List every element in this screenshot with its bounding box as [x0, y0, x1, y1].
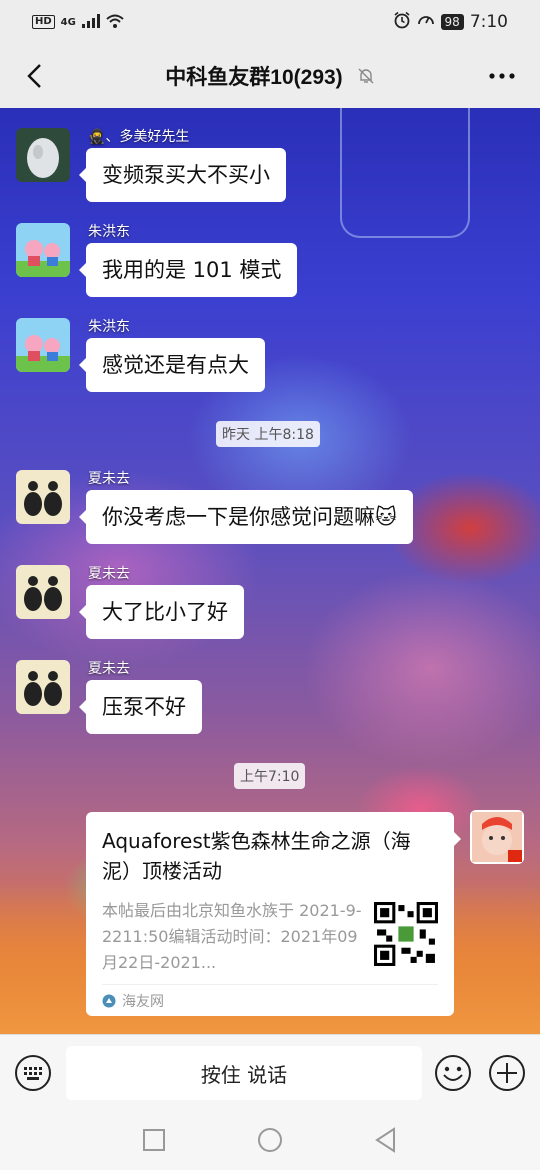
sender-name: 夏未去 [88, 566, 130, 582]
avatar[interactable] [16, 660, 70, 714]
sender-name: 🥷、多美好先生 [88, 129, 190, 145]
status-left: HD 4G [32, 13, 124, 32]
triangle-back-icon [375, 1127, 395, 1153]
wallpaper-decoration [340, 108, 470, 238]
link-card-description: 本帖最后由北京知鱼水族于 2021-9-2211:50编辑活动时间：2021年0… [102, 901, 362, 972]
message-bubble[interactable]: 感觉还是有点大 [79, 338, 265, 392]
speed-icon [417, 11, 435, 33]
avatar[interactable] [16, 470, 70, 524]
sender-name: 夏未去 [88, 471, 130, 487]
emoji-icon [435, 1055, 471, 1091]
voice-keyboard-toggle[interactable] [14, 1054, 52, 1092]
signal-icon [81, 13, 100, 32]
title-group: 中科鱼友群10(293) [165, 61, 374, 91]
source-logo-icon [102, 994, 116, 1007]
hd-indicator: HD [32, 15, 55, 29]
back-button[interactable] [12, 54, 56, 98]
chevron-left-icon [27, 64, 41, 88]
plus-button[interactable] [488, 1054, 526, 1092]
system-nav-bar [0, 1110, 540, 1170]
chat-area[interactable]: 🥷、多美好先生 变频泵买大不买小 朱洪东 我用的是 101 模式 朱洪东 感觉还… [0, 108, 540, 1034]
more-dots-icon [489, 73, 515, 79]
wifi-icon [106, 13, 124, 32]
message-bubble[interactable]: 我用的是 101 模式 [78, 243, 298, 297]
network-type: 4G [60, 16, 76, 28]
message-bubble[interactable]: 大了比小了好 [79, 585, 244, 639]
sender-name: 朱洪东 [88, 224, 130, 240]
alarm-icon [393, 11, 411, 33]
sender-name: 夏未去 [88, 661, 130, 677]
my-avatar[interactable] [470, 810, 524, 864]
mute-bell-icon [358, 68, 374, 84]
link-card-title: Aquaforest紫色森林生命之源（海泥）顶楼活动 [102, 829, 411, 883]
more-button[interactable] [480, 54, 524, 98]
input-bar: 按住 说话 [0, 1034, 540, 1110]
timestamp: 昨天 上午8:18 [216, 421, 320, 447]
link-card-source: 海友网 [102, 984, 438, 1016]
avatar[interactable] [16, 318, 70, 372]
link-card[interactable]: Aquaforest紫色森林生命之源（海泥）顶楼活动 本帖最后由北京知鱼水族于 … [86, 812, 461, 1016]
message-bubble[interactable]: 变频泵买大不买小 [79, 148, 286, 202]
sender-name: 朱洪东 [88, 319, 130, 335]
avatar[interactable] [16, 223, 70, 277]
keyboard-icon [15, 1055, 51, 1091]
chat-header: 中科鱼友群10(293) [0, 44, 540, 108]
message-bubble[interactable]: 压泵不好 [79, 680, 202, 734]
battery-indicator: 98 [440, 14, 464, 30]
avatar[interactable] [16, 565, 70, 619]
hold-to-talk-button[interactable]: 按住 说话 [66, 1046, 422, 1100]
status-right: 98 7:10 [393, 11, 508, 33]
avatar[interactable] [16, 128, 70, 182]
qr-code-icon [374, 902, 438, 966]
timestamp: 上午7:10 [234, 763, 306, 789]
emoji-button[interactable] [434, 1054, 472, 1092]
square-icon [143, 1129, 165, 1151]
clock: 7:10 [469, 12, 508, 32]
link-card-body: 本帖最后由北京知鱼水族于 2021-9-2211:50编辑活动时间：2021年0… [102, 898, 438, 976]
circle-icon [258, 1128, 282, 1152]
message-bubble[interactable]: 你没考虑一下是你感觉问题嘛🐱 [79, 490, 413, 544]
recents-button[interactable] [140, 1126, 168, 1154]
home-button[interactable] [256, 1126, 284, 1154]
link-card-source-name: 海友网 [122, 993, 164, 1010]
status-bar: HD 4G 98 7:10 [0, 0, 540, 44]
chat-title: 中科鱼友群10(293) [165, 66, 343, 89]
back-nav-button[interactable] [372, 1126, 400, 1154]
plus-circle-icon [489, 1055, 525, 1091]
